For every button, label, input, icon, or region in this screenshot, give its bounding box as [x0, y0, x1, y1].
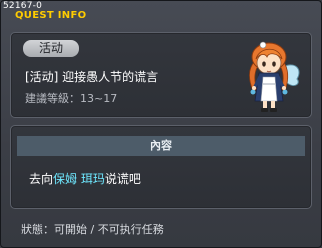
quest-status: 狀態：可開始 / 不可执行任務: [21, 223, 164, 236]
npc-portrait: [249, 41, 300, 112]
quest-content-panel: 內容 去向保姆 珥玛说谎吧: [10, 125, 312, 209]
window-title[interactable]: QUEST INFO: [15, 10, 86, 22]
npc-role-link[interactable]: 保姆: [53, 172, 77, 186]
recommended-level: 建議等級：13~17: [25, 92, 118, 105]
content-prefix: 去向: [29, 172, 54, 186]
content-heading: 內容: [17, 136, 305, 156]
quest-info-window: 52167-0 QUEST INFO 活动 [活动] 迎接愚人节的谎言 建議等級…: [0, 0, 322, 248]
npc-name-link[interactable]: 珥玛: [81, 172, 105, 186]
quest-name: [活动] 迎接愚人节的谎言: [25, 70, 159, 84]
content-suffix: 说谎吧: [104, 172, 141, 186]
quest-category-tag: 活动: [23, 40, 79, 57]
content-description: 去向保姆 珥玛说谎吧: [29, 170, 141, 187]
quest-summary-panel: 活动 [活动] 迎接愚人节的谎言 建議等級：13~17: [10, 32, 312, 118]
